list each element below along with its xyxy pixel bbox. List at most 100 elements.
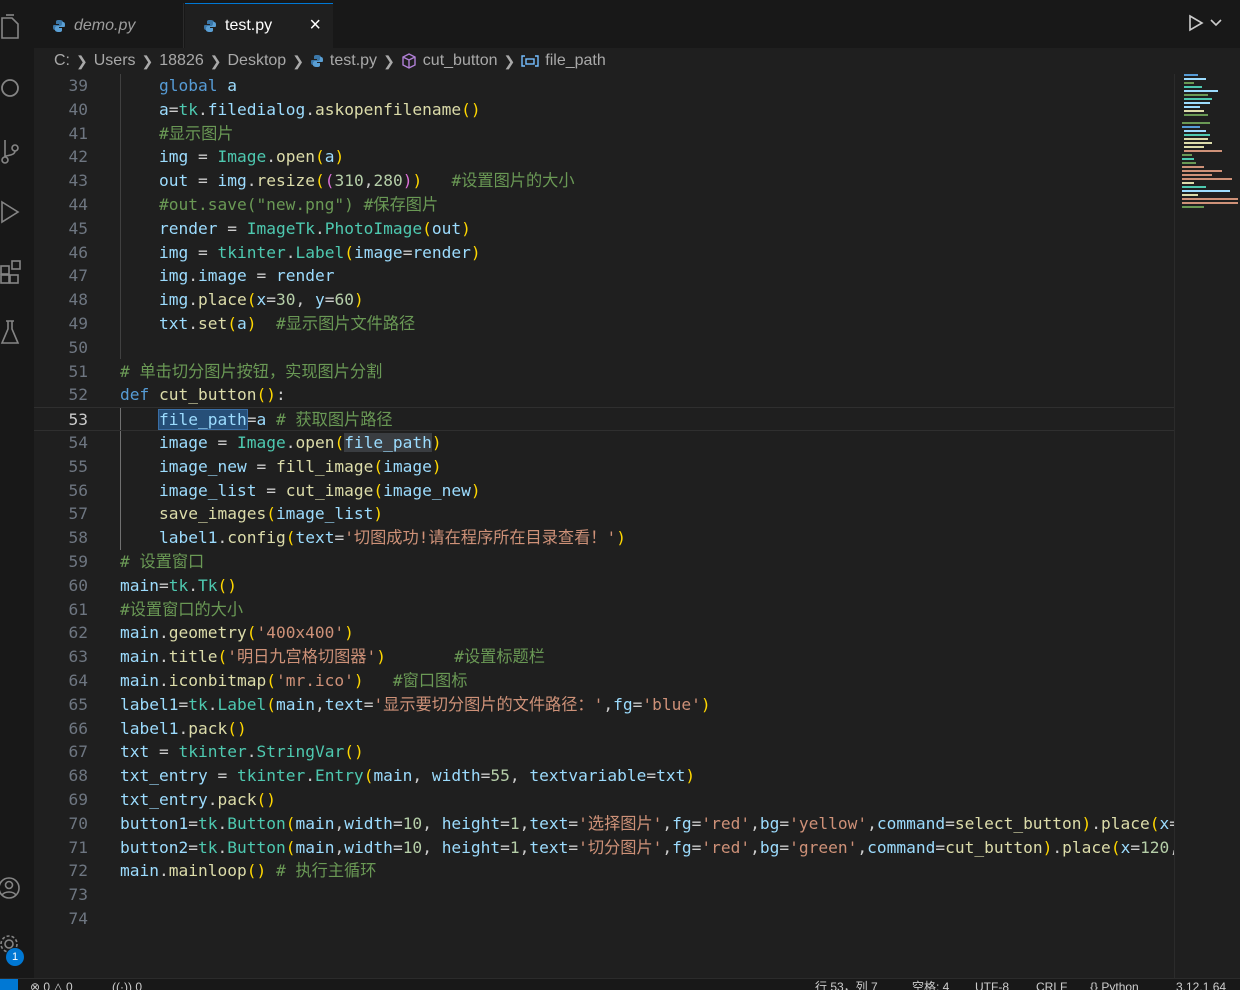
breadcrumb-item[interactable]: file_path <box>545 52 606 70</box>
code-line[interactable]: 42 img = Image.open(a) <box>34 145 1174 169</box>
play-icon <box>1189 14 1204 32</box>
source-control-icon[interactable] <box>0 138 22 166</box>
line-code: main.mainloop() # 执行主循环 <box>120 861 377 881</box>
code-line[interactable]: 67 txt = tkinter.StringVar() <box>34 740 1174 764</box>
code-line[interactable]: 74 <box>34 907 1174 931</box>
code-line[interactable]: 64 main.iconbitmap('mr.ico') #窗口图标 <box>34 669 1174 693</box>
line-code: label1.config(text='切图成功!请在程序所在目录查看！') <box>158 528 626 548</box>
code-line[interactable]: 47 img.image = render <box>34 264 1174 288</box>
python-file-icon <box>204 20 216 32</box>
method-cube-icon <box>402 53 416 69</box>
code-line-current[interactable]: 53 file_path=a # 获取图片路径 <box>34 407 1174 431</box>
line-code: txt = tkinter.StringVar() <box>120 742 364 762</box>
breadcrumb-item[interactable]: 18826 <box>159 52 204 70</box>
remote-indicator[interactable] <box>0 979 18 990</box>
code-line[interactable]: 43 out = img.resize((310,280)) #设置图片的大小 <box>34 169 1174 193</box>
code-line[interactable]: 51 # 单击切分图片按钮，实现图片分割 <box>34 360 1174 384</box>
code-line[interactable]: 54 image = Image.open(file_path) <box>34 431 1174 455</box>
activity-bar: 1 <box>0 0 34 978</box>
problems-indicator[interactable]: ⊗ 0 △ 0 <box>30 980 73 990</box>
code-line[interactable]: 72 main.mainloop() # 执行主循环 <box>34 859 1174 883</box>
code-line[interactable]: 49 txt.set(a) #显示图片文件路径 <box>34 312 1174 336</box>
line-code: #显示图片 <box>120 123 234 143</box>
breadcrumb-item[interactable]: Desktop <box>227 52 286 70</box>
line-code: txt.set(a) #显示图片文件路径 <box>158 314 416 333</box>
code-line[interactable]: 55 image_new = fill_image(image) <box>34 455 1174 479</box>
extensions-icon[interactable] <box>0 258 22 286</box>
line-number: 51 <box>68 361 89 381</box>
chevron-down-icon[interactable] <box>1210 19 1222 27</box>
code-line[interactable]: 62 main.geometry('400x400') <box>34 621 1174 645</box>
tab-label: test.py <box>225 17 273 34</box>
line-code: # 单击切分图片按钮，实现图片分割 <box>120 361 383 381</box>
code-line[interactable]: 40 a=tk.filedialog.askopenfilename() <box>34 98 1174 122</box>
code-line[interactable]: 46 img = tkinter.Label(image=render) <box>34 241 1174 265</box>
code-line[interactable]: 57 save_images(image_list) <box>34 502 1174 526</box>
line-number: 43 <box>68 171 89 191</box>
code-editor[interactable]: 39 global a 40 a=tk.filedialog.askopenfi… <box>34 74 1174 978</box>
line-number: 59 <box>68 552 89 571</box>
python-interpreter[interactable]: 3.12.1 64 <box>1176 980 1226 990</box>
code-line[interactable]: 66 label1.pack() <box>34 717 1174 741</box>
line-code: file_path=a # 获取图片路径 <box>157 409 393 431</box>
broadcast-icon: ((·)) <box>112 980 132 990</box>
breadcrumb-item[interactable]: Users <box>94 52 136 70</box>
code-line[interactable]: 69 txt_entry.pack() <box>34 788 1174 812</box>
code-line[interactable]: 61 #设置窗口的大小 <box>34 598 1174 622</box>
code-line[interactable]: 48 img.place(x=30, y=60) <box>34 288 1174 312</box>
line-number: 60 <box>68 575 89 595</box>
minimap[interactable] <box>1180 74 1240 224</box>
code-line[interactable]: 65 label1=tk.Label(main,text='显示要切分图片的文件路… <box>34 693 1174 717</box>
line-number: 55 <box>68 456 89 476</box>
line-code: label1=tk.Label(main,text='显示要切分图片的文件路径：… <box>120 694 711 714</box>
line-ending[interactable]: CRLF <box>1036 980 1067 990</box>
editor-scrollbar[interactable] <box>1174 74 1175 978</box>
code-line[interactable]: 70 button1=tk.Button(main,width=10, heigh… <box>34 812 1175 836</box>
accounts-icon[interactable] <box>0 874 22 902</box>
tab-demo-py[interactable]: demo.py <box>34 3 184 48</box>
python-file-icon <box>310 55 323 67</box>
line-number: 56 <box>68 480 89 500</box>
breadcrumb-item[interactable]: cut_button <box>423 52 498 70</box>
explorer-icon[interactable] <box>0 14 22 42</box>
code-line[interactable]: 56 image_list = cut_image(image_new) <box>34 479 1174 503</box>
indentation[interactable]: 空格: 4 <box>912 980 949 990</box>
code-line[interactable]: 50 <box>34 336 1174 360</box>
tab-test-py[interactable]: test.py × <box>185 3 333 48</box>
search-icon[interactable] <box>0 74 22 102</box>
line-number: 39 <box>68 76 89 95</box>
code-line[interactable]: 39 global a <box>34 74 1174 98</box>
accounts-badge: 1 <box>6 948 24 966</box>
breadcrumb-item[interactable]: test.py <box>330 52 377 70</box>
code-line[interactable]: 60 main=tk.Tk() <box>34 574 1174 598</box>
line-number: 61 <box>68 599 89 619</box>
language-mode[interactable]: {} Python <box>1090 980 1139 990</box>
code-line[interactable]: 58 label1.config(text='切图成功!请在程序所在目录查看！'… <box>34 526 1174 550</box>
error-count: 0 <box>43 980 51 990</box>
line-number: 42 <box>68 147 89 167</box>
line-code: image_list = cut_image(image_new) <box>158 480 481 500</box>
code-line[interactable]: 41 #显示图片 <box>34 122 1174 146</box>
code-line[interactable]: 71 button2=tk.Button(main,width=10, heigh… <box>34 836 1175 860</box>
line-number: 74 <box>68 909 89 928</box>
run-python-file-button[interactable] <box>1188 14 1222 32</box>
encoding[interactable]: UTF-8 <box>975 980 1009 990</box>
code-line[interactable]: 73 <box>34 883 1174 907</box>
line-number: 52 <box>68 385 89 405</box>
close-icon[interactable]: × <box>309 14 321 37</box>
run-debug-icon[interactable] <box>0 198 22 226</box>
testing-icon[interactable] <box>0 318 22 346</box>
line-number: 72 <box>68 861 89 881</box>
line-code: img = Image.open(a) <box>158 147 345 167</box>
code-line[interactable]: 44 #out.save("new.png") #保存图片 <box>34 193 1174 217</box>
code-line[interactable]: 59 # 设置窗口 <box>34 550 1174 574</box>
line-number: 63 <box>68 647 89 667</box>
chevron-right-icon: ❯ <box>383 52 395 69</box>
breadcrumb-item[interactable]: C: <box>54 52 70 70</box>
code-line[interactable]: 45 render = ImageTk.PhotoImage(out) <box>34 217 1174 241</box>
ports-indicator[interactable]: ((·)) 0 <box>112 980 142 990</box>
code-line[interactable]: 52 def cut_button(): <box>34 383 1174 407</box>
code-line[interactable]: 63 main.title('明日九宫格切图器') #设置标题栏 <box>34 645 1174 669</box>
cursor-position[interactable]: 行 53，列 7 <box>815 980 878 990</box>
code-line[interactable]: 68 txt_entry = tkinter.Entry(main, width=… <box>34 764 1174 788</box>
